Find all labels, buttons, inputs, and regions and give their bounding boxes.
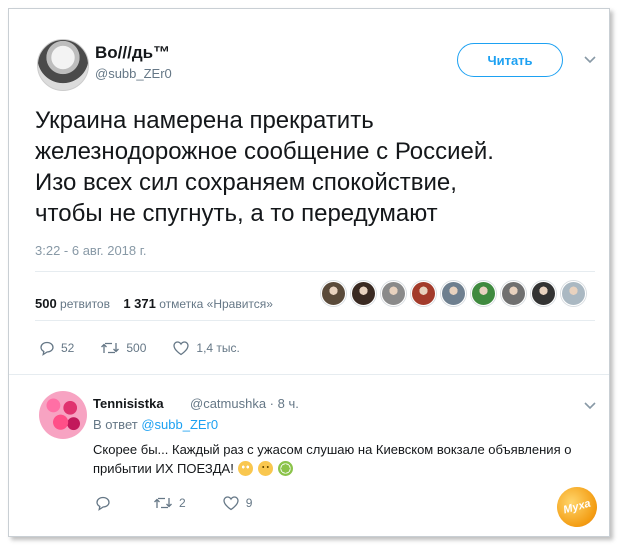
tennis-ball-icon xyxy=(277,461,293,476)
chevron-down-icon[interactable] xyxy=(583,53,597,67)
tweet-text-line: железнодорожное сообщение с Россией. xyxy=(35,138,494,165)
liker-avatar[interactable] xyxy=(321,281,346,306)
tweet-text: Украина намерена прекратить железнодорож… xyxy=(35,105,595,229)
tweet-card: Во///дь™ @subb_ZEr0 Читать Украина намер… xyxy=(8,8,610,537)
reply-retweet-count: 2 xyxy=(179,496,186,510)
author-display-name[interactable]: Во///дь™ xyxy=(95,43,170,63)
like-count: 1,4 тыс. xyxy=(196,341,240,355)
divider xyxy=(35,271,595,272)
divider xyxy=(9,374,609,375)
reply-actions: 2 9 xyxy=(95,495,288,511)
retweet-icon xyxy=(101,342,120,354)
liker-avatar[interactable] xyxy=(441,281,466,306)
reply-text-line: прибытии ИХ ПОЕЗДА! xyxy=(93,461,234,476)
tweet-actions: 52 500 1,4 тыс. xyxy=(39,340,266,356)
tweet-text-line: Изо всех сил сохраняем спокойствие, xyxy=(35,169,457,196)
reply-reply-button[interactable] xyxy=(95,495,117,511)
retweet-icon xyxy=(154,497,172,509)
reply-text-line-2: прибытии ИХ ПОЕЗДА! xyxy=(93,459,599,478)
tweet-timestamp[interactable]: 3:22 - 6 авг. 2018 г. xyxy=(35,243,147,258)
tweet-stats: 500 ретвитов 1 371 отметка «Нравится» xyxy=(35,296,273,311)
liker-avatar[interactable] xyxy=(471,281,496,306)
tweet-text-line: Украина намерена прекратить xyxy=(35,107,374,134)
tweet-text-line: чтобы не спугнуть, а то передумают xyxy=(35,200,438,227)
heart-icon xyxy=(173,341,190,356)
likes-label[interactable]: отметка «Нравится» xyxy=(159,297,273,311)
reply-text-line: Скорее бы... Каждый раз с ужасом слушаю … xyxy=(93,442,572,457)
likes-count[interactable]: 1 371 xyxy=(123,296,156,311)
reply-icon xyxy=(96,496,110,511)
reply-to-handle[interactable]: @subb_ZEr0 xyxy=(141,417,218,432)
like-button[interactable]: 1,4 тыс. xyxy=(172,340,240,356)
reply-count: 52 xyxy=(61,341,75,355)
reply-like-count: 9 xyxy=(245,496,253,510)
liker-avatar[interactable] xyxy=(351,281,376,306)
follow-button[interactable]: Читать xyxy=(457,43,563,77)
liker-avatar[interactable] xyxy=(411,281,436,306)
reply-button[interactable]: 52 xyxy=(39,340,74,356)
liker-avatar[interactable] xyxy=(531,281,556,306)
divider xyxy=(35,320,595,321)
author-avatar[interactable] xyxy=(37,39,89,91)
reply-author-handle[interactable]: @catmushka · 8 ч. xyxy=(190,396,299,411)
chevron-down-icon[interactable] xyxy=(583,399,597,416)
liker-avatars xyxy=(321,281,586,309)
reply-text: Скорее бы... Каждый раз с ужасом слушаю … xyxy=(93,440,599,478)
liker-avatar[interactable] xyxy=(561,281,586,306)
reply-author-avatar[interactable] xyxy=(39,391,87,439)
reply-context: В ответ @subb_ZEr0 xyxy=(93,417,218,432)
retweet-button[interactable]: 500 xyxy=(100,340,146,356)
liker-avatar[interactable] xyxy=(501,281,526,306)
heart-icon xyxy=(223,496,239,511)
author-handle[interactable]: @subb_ZEr0 xyxy=(95,66,172,81)
retweet-count: 500 xyxy=(126,341,147,355)
rolling-eyes-emoji-icon xyxy=(238,461,254,476)
retweets-count[interactable]: 500 xyxy=(35,296,57,311)
reply-like-button[interactable]: 9 xyxy=(222,495,253,511)
retweets-label[interactable]: ретвитов xyxy=(60,297,110,311)
frowning-emoji-icon xyxy=(258,461,274,476)
watermark-logo: Муха xyxy=(552,482,602,532)
watermark-text: Муха xyxy=(562,497,592,517)
reply-author-name[interactable]: Tennisistka xyxy=(93,396,164,411)
reply-retweet-button[interactable]: 2 xyxy=(153,495,186,511)
liker-avatar[interactable] xyxy=(381,281,406,306)
reply-icon xyxy=(40,341,54,356)
reply-to-prefix: В ответ xyxy=(93,417,138,432)
